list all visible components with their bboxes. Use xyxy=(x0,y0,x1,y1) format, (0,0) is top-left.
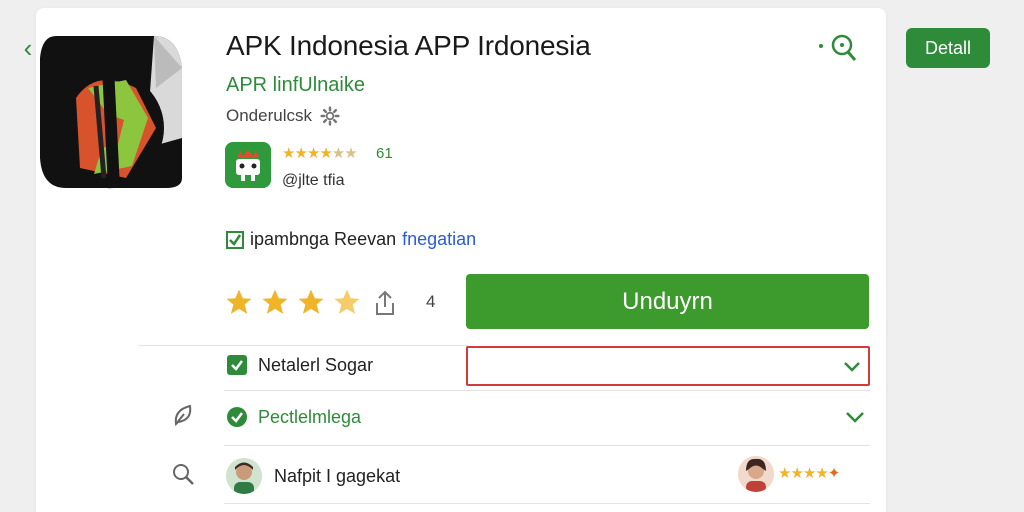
star-icon[interactable] xyxy=(332,287,362,317)
star-icon[interactable] xyxy=(296,287,326,317)
reviewer-name: Nafpit I gagekat xyxy=(274,466,400,487)
category-text: Onderulcsk xyxy=(226,106,312,125)
divider xyxy=(224,503,870,504)
leaf-icon[interactable] xyxy=(170,402,196,428)
list-item[interactable]: Netalerl Sogar xyxy=(226,354,373,376)
app-logo xyxy=(40,36,182,189)
list-item-label: Netalerl Sogar xyxy=(258,354,374,375)
review-stars: ★★★★✦ xyxy=(778,465,840,482)
avatar[interactable] xyxy=(738,456,774,492)
list-item-label: Nafpit I gagekat xyxy=(274,466,401,486)
divider xyxy=(224,390,870,391)
share-icon[interactable] xyxy=(372,289,398,317)
feature-text: ipambnga Reevan xyxy=(250,229,397,249)
rating-count: 4 xyxy=(426,292,436,311)
star-icon[interactable] xyxy=(260,287,290,317)
divider xyxy=(224,445,870,446)
magnifier-icon[interactable] xyxy=(170,461,196,487)
sub-app-stars: ★★★★★★ xyxy=(282,145,358,162)
star-icon[interactable] xyxy=(224,287,254,317)
check-circle-icon xyxy=(227,407,247,427)
app-title: APK Indonesia APP Irdonesia xyxy=(226,30,591,61)
highlighted-dropdown[interactable] xyxy=(466,346,870,386)
list-item[interactable]: Pectlelmlega xyxy=(226,406,361,428)
detail-button[interactable]: Detall xyxy=(906,28,990,68)
sub-app-icon[interactable] xyxy=(225,142,271,188)
checkbox-icon[interactable] xyxy=(226,230,244,249)
gear-icon[interactable] xyxy=(320,106,340,126)
feature-line: ipambnga Reevan fnegatian xyxy=(226,229,476,250)
category-label: Onderulcsk xyxy=(226,106,340,126)
download-button[interactable]: Unduyrn xyxy=(466,274,869,329)
list-item-label: Pectlelmlega xyxy=(258,406,362,427)
chevron-down-icon[interactable] xyxy=(842,357,862,375)
check-icon xyxy=(227,355,247,375)
avatar[interactable] xyxy=(226,458,262,494)
feature-link[interactable]: fnegatian xyxy=(402,229,476,250)
sub-app-handle: @jlte tfia xyxy=(282,172,345,189)
divider xyxy=(138,345,468,346)
developer-link[interactable]: APR linfUlnaike xyxy=(226,74,365,97)
chevron-down-icon[interactable] xyxy=(844,408,866,426)
search-icon[interactable] xyxy=(816,32,860,64)
rating-stars[interactable] xyxy=(224,287,362,317)
sub-app-rating: 61 xyxy=(376,145,393,162)
